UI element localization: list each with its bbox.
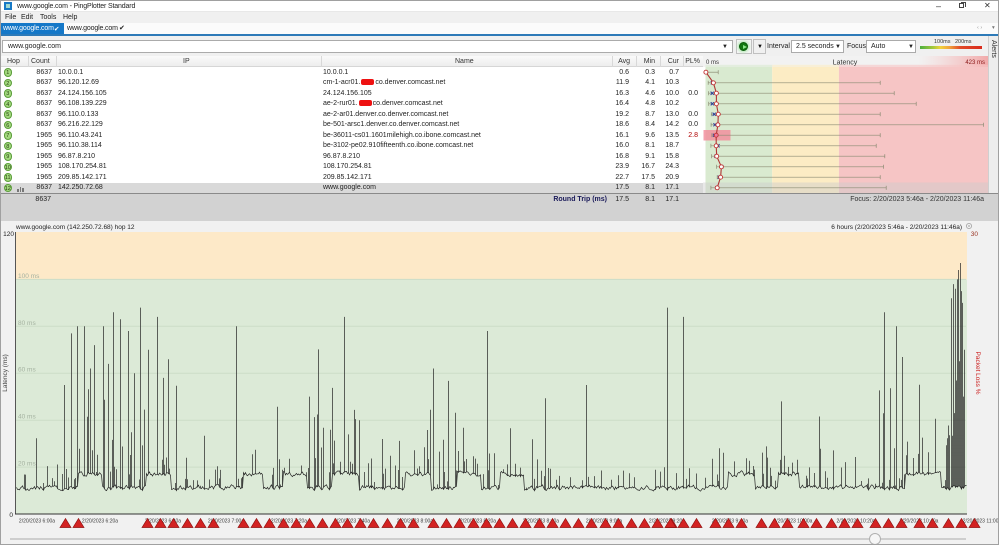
svg-text:0: 0: [9, 512, 13, 519]
svg-text:30: 30: [971, 231, 979, 238]
svg-text:60 ms: 60 ms: [18, 367, 36, 374]
svg-text:6 hours (2/20/2023 5:46a - 2/2: 6 hours (2/20/2023 5:46a - 2/20/2023 11:…: [831, 224, 962, 231]
svg-text:2/20/2023 7:20a: 2/20/2023 7:20a: [271, 519, 307, 525]
svg-text:2/20/2023 7:40a: 2/20/2023 7:40a: [334, 519, 370, 525]
svg-text:2/20/2023 6:00a: 2/20/2023 6:00a: [19, 519, 55, 525]
svg-text:100 ms: 100 ms: [18, 273, 40, 280]
svg-text:Packet Loss %: Packet Loss %: [974, 352, 981, 395]
svg-text:120: 120: [3, 231, 14, 238]
svg-text:2/20/2023 6:20a: 2/20/2023 6:20a: [82, 519, 118, 525]
svg-text:80 ms: 80 ms: [18, 320, 36, 327]
svg-text:www.google.com (142.250.72.68): www.google.com (142.250.72.68) hop 12: [15, 224, 135, 231]
svg-text:2/20/2023 8:20a: 2/20/2023 8:20a: [460, 519, 496, 525]
svg-text:20 ms: 20 ms: [18, 461, 36, 468]
svg-text:2/20/2023 11:00a: 2/20/2023 11:00a: [963, 519, 999, 525]
svg-text:40 ms: 40 ms: [18, 414, 36, 421]
svg-text:Latency (ms): Latency (ms): [2, 354, 9, 392]
